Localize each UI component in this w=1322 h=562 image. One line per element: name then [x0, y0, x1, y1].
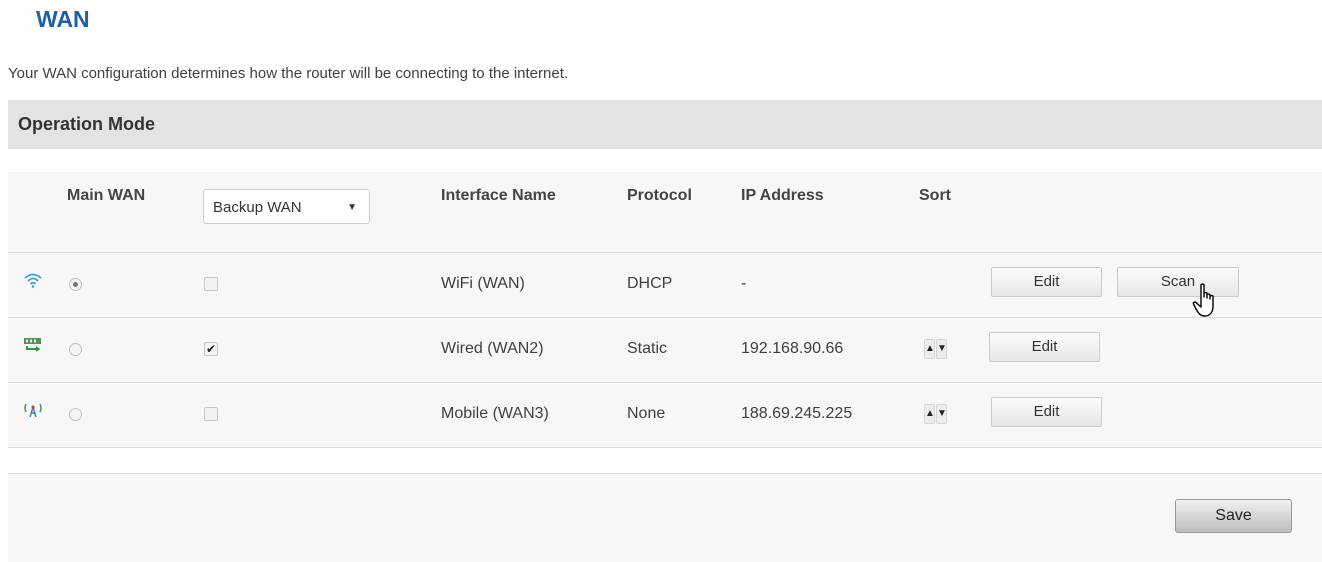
edit-button[interactable]: Edit: [991, 397, 1102, 427]
table-row-wifi: WiFi (WAN) DHCP - Edit Scan: [8, 253, 1322, 318]
sort-up-icon[interactable]: ▲: [924, 404, 935, 424]
footer-bar: [8, 474, 1322, 562]
scan-button[interactable]: Scan: [1117, 267, 1239, 297]
header-main-wan: Main WAN: [67, 187, 146, 204]
header-sort: Sort: [919, 187, 951, 204]
ip-address-value: 192.168.90.66: [741, 340, 844, 357]
main-wan-radio[interactable]: [69, 408, 82, 421]
sort-up-icon[interactable]: ▲: [924, 339, 935, 359]
protocol-value: Static: [627, 340, 668, 357]
header-interface-name: Interface Name: [441, 187, 556, 204]
header-ip-address: IP Address: [741, 187, 824, 204]
mobile-icon: [24, 403, 42, 418]
page-description: Your WAN configuration determines how th…: [8, 65, 569, 82]
backup-wan-select-value: Backup WAN: [213, 199, 302, 216]
section-title: Operation Mode: [18, 114, 156, 134]
ip-address-value: 188.69.245.225: [741, 405, 853, 422]
edit-button[interactable]: Edit: [989, 332, 1100, 362]
hand-cursor-icon: [1192, 283, 1214, 317]
save-button[interactable]: Save: [1175, 499, 1292, 533]
sort-down-icon[interactable]: ▼: [936, 339, 947, 359]
header-protocol: Protocol: [627, 187, 692, 204]
interface-name: Wired (WAN2): [441, 340, 544, 357]
page-title: WAN: [36, 6, 90, 32]
backup-wan-select[interactable]: Backup WAN ▼: [203, 189, 370, 224]
main-wan-radio[interactable]: [69, 278, 82, 291]
table-row-mobile: Mobile (WAN3) None 188.69.245.225 ▲ ▼ Ed…: [8, 383, 1322, 448]
backup-wan-checkbox[interactable]: [204, 407, 218, 421]
table-header: Main WAN Backup WAN ▼ Interface Name Pro…: [8, 172, 1322, 253]
operation-mode-header: Operation Mode: [8, 100, 1322, 149]
main-wan-radio[interactable]: [69, 343, 82, 356]
backup-wan-checkbox[interactable]: ✔: [204, 342, 218, 356]
interface-name: WiFi (WAN): [441, 275, 525, 292]
protocol-value: DHCP: [627, 275, 673, 292]
table-row-wired: ✔ Wired (WAN2) Static 192.168.90.66 ▲ ▼ …: [8, 318, 1322, 383]
wifi-icon: [24, 273, 42, 288]
wired-icon: [24, 338, 41, 352]
interface-name: Mobile (WAN3): [441, 405, 549, 422]
sort-down-icon[interactable]: ▼: [936, 404, 947, 424]
ip-address-value: -: [741, 275, 747, 292]
dropdown-arrow-icon: ▼: [347, 202, 357, 213]
backup-wan-checkbox[interactable]: [204, 277, 218, 291]
protocol-value: None: [627, 405, 666, 422]
wan-table: Main WAN Backup WAN ▼ Interface Name Pro…: [8, 172, 1322, 448]
edit-button[interactable]: Edit: [991, 267, 1102, 297]
